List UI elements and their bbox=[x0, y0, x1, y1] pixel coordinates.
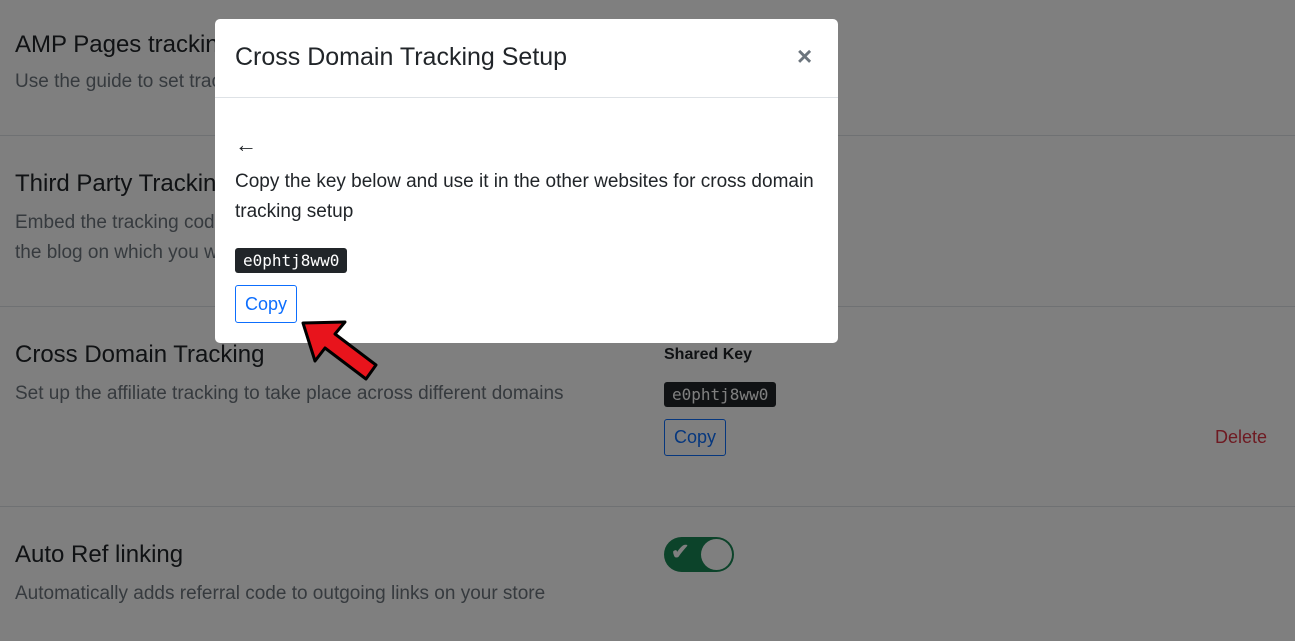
red-arrow-icon bbox=[301, 320, 378, 381]
modal-instructions: Copy the key below and use it in the oth… bbox=[235, 171, 814, 222]
modal-key-code: e0phtj8ww0 bbox=[235, 248, 348, 273]
modal-header: Cross Domain Tracking Setup × bbox=[215, 19, 838, 98]
cross-domain-setup-modal: Cross Domain Tracking Setup × ← Copy the… bbox=[215, 19, 838, 343]
close-icon[interactable]: × bbox=[797, 41, 812, 72]
modal-title: Cross Domain Tracking Setup bbox=[235, 43, 568, 71]
back-arrow-icon[interactable]: ← bbox=[235, 132, 257, 158]
modal-copy-button[interactable]: Copy bbox=[235, 285, 297, 323]
